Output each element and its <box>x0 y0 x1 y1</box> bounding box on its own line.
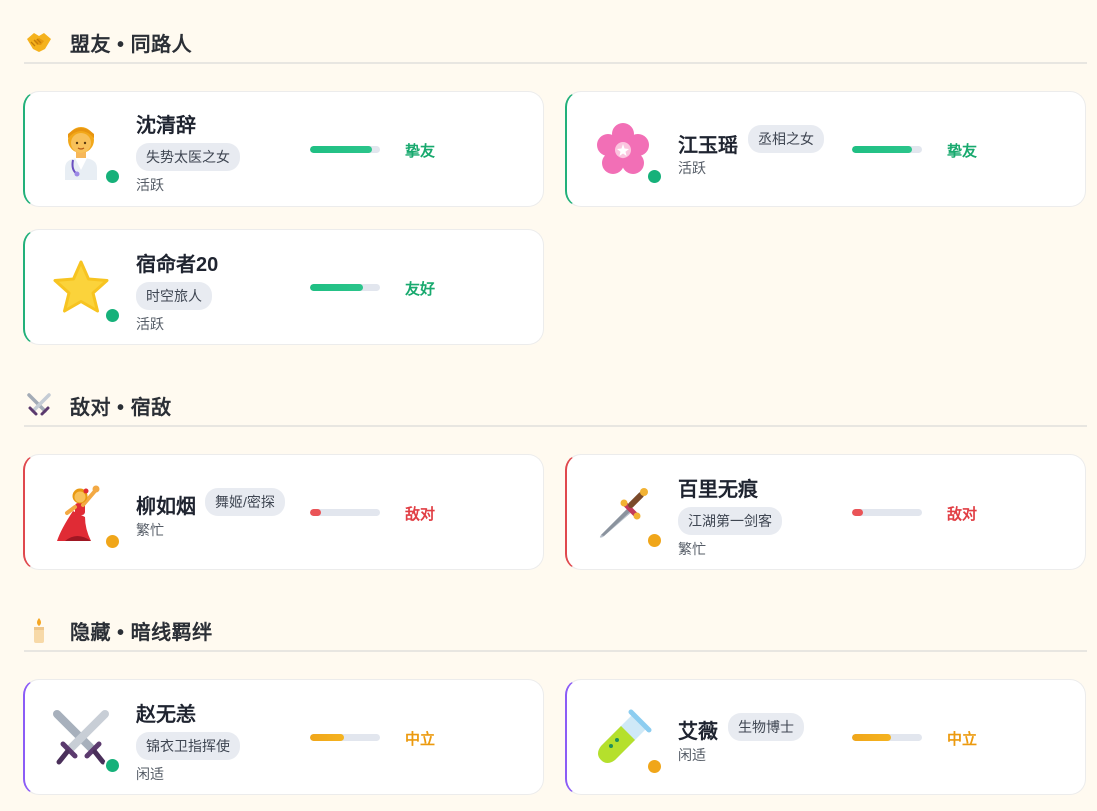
test-tube-icon <box>593 708 653 768</box>
status-text: 活跃 <box>136 177 164 193</box>
character-name: 江玉瑶 <box>678 135 738 157</box>
crossed-swords-icon <box>24 390 54 420</box>
role-badge: 江湖第一剑客 <box>678 507 782 535</box>
role-badge: 时空旅人 <box>136 282 212 310</box>
status-indicator <box>104 307 121 324</box>
section-title: 隐藏 • 暗线羁绊 <box>70 621 213 644</box>
star-icon <box>51 258 111 318</box>
affinity-bar <box>852 734 922 741</box>
character-name: 沈清辞 <box>136 115 196 137</box>
affinity-bar <box>310 734 380 741</box>
character-card[interactable]: 柳如烟 舞姬/密探 繁忙 敌对 <box>23 454 544 570</box>
affinity-bar <box>852 509 922 516</box>
relation-label: 敌对 <box>405 506 436 523</box>
status-indicator <box>646 168 663 185</box>
relation-label: 中立 <box>947 731 978 748</box>
affinity-bar <box>310 284 380 291</box>
status-indicator <box>104 533 121 550</box>
status-indicator <box>646 758 663 775</box>
status-text: 活跃 <box>678 160 706 176</box>
dancer-icon <box>51 483 111 543</box>
status-text: 繁忙 <box>678 541 706 557</box>
role-badge: 丞相之女 <box>748 125 824 153</box>
status-text: 闲适 <box>136 766 164 782</box>
dagger-icon <box>593 483 653 543</box>
character-name: 柳如烟 <box>136 496 196 518</box>
status-text: 活跃 <box>136 316 164 332</box>
affinity-bar <box>852 146 922 153</box>
character-name: 宿命者20 <box>136 254 219 276</box>
relation-label: 挚友 <box>405 143 436 160</box>
character-card[interactable]: 赵无恙 锦衣卫指挥使 闲适 中立 <box>23 679 544 795</box>
section-title: 敌对 • 宿敌 <box>70 396 172 419</box>
character-card[interactable]: 宿命者20 时空旅人 活跃 友好 <box>23 229 544 345</box>
status-indicator <box>104 168 121 185</box>
role-badge: 锦衣卫指挥使 <box>136 732 240 760</box>
character-card[interactable]: 沈清辞 失势太医之女 活跃 挚友 <box>23 91 544 207</box>
section-header-allies: 盟友 • 同路人 <box>24 22 1087 64</box>
section-header-enemies: 敌对 • 宿敌 <box>24 385 1087 427</box>
handshake-icon <box>24 27 54 57</box>
candle-icon <box>24 615 54 645</box>
character-name: 百里无痕 <box>678 479 758 501</box>
status-text: 闲适 <box>678 747 706 763</box>
cherry-blossom-icon <box>593 120 653 180</box>
section-title: 盟友 • 同路人 <box>70 33 193 56</box>
crossed-swords-icon <box>51 708 111 768</box>
status-text: 繁忙 <box>136 522 164 538</box>
status-indicator <box>646 532 663 549</box>
role-badge: 舞姬/密探 <box>205 488 285 516</box>
relation-label: 敌对 <box>947 506 978 523</box>
role-badge: 失势太医之女 <box>136 143 240 171</box>
relation-label: 挚友 <box>947 143 978 160</box>
character-name: 艾薇 <box>678 721 718 743</box>
character-card[interactable]: 江玉瑶 丞相之女 活跃 挚友 <box>565 91 1086 207</box>
relation-label: 中立 <box>405 731 436 748</box>
status-indicator <box>104 757 121 774</box>
affinity-bar <box>310 509 380 516</box>
character-name: 赵无恙 <box>136 704 196 726</box>
relation-label: 友好 <box>405 281 436 298</box>
role-badge: 生物博士 <box>728 713 804 741</box>
woman-doctor-icon <box>51 120 111 180</box>
character-card[interactable]: 百里无痕 江湖第一剑客 繁忙 敌对 <box>565 454 1086 570</box>
section-header-hidden: 隐藏 • 暗线羁绊 <box>24 610 1087 652</box>
affinity-bar <box>310 146 380 153</box>
character-card[interactable]: 艾薇 生物博士 闲适 中立 <box>565 679 1086 795</box>
